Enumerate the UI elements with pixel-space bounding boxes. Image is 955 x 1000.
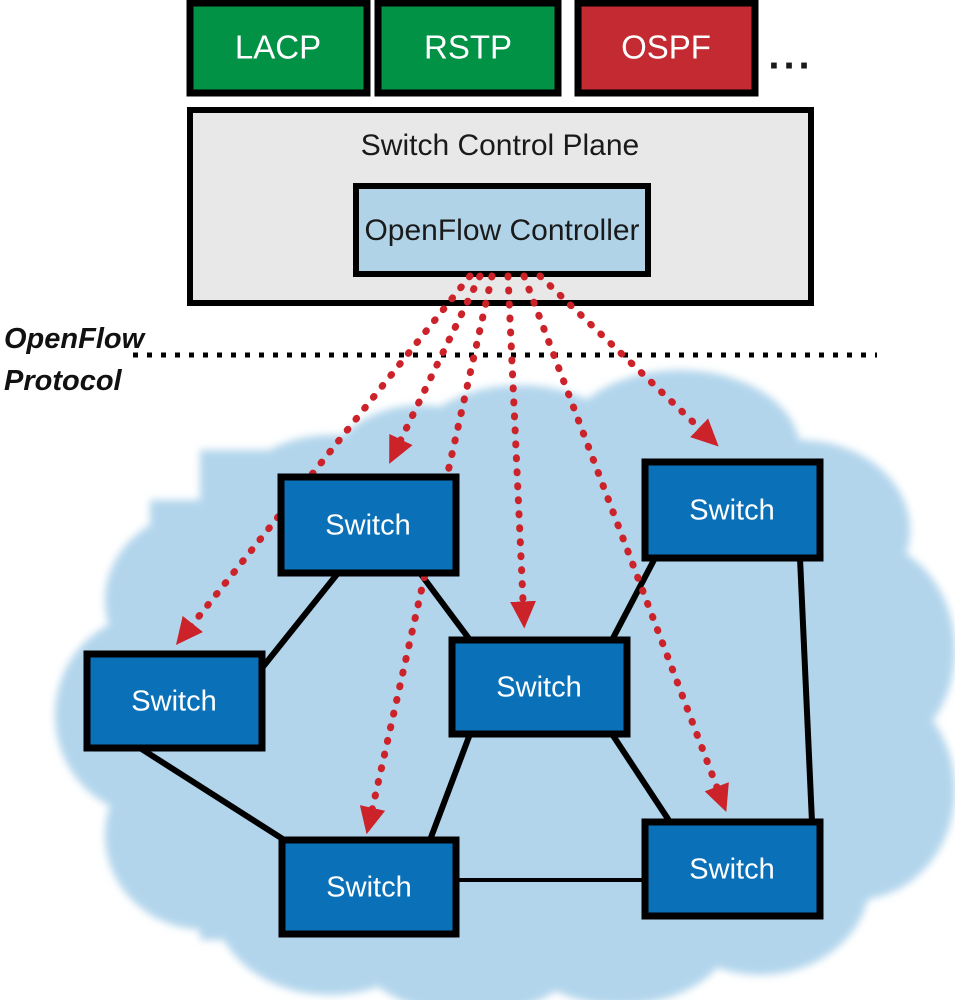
protocol-box-lacp[interactable]: LACP xyxy=(186,0,371,97)
switch-control-plane-title: Switch Control Plane xyxy=(361,129,639,162)
switch-box-sw-left[interactable]: Switch xyxy=(83,650,266,752)
switch-label-sw-top-left: Switch xyxy=(325,510,410,542)
protocol-box-rstp[interactable]: RSTP xyxy=(374,0,562,97)
switch-box-sw-top-left[interactable]: Switch xyxy=(277,473,460,577)
diagram-canvas: LACP RSTP OSPF ... Switch Control Plane … xyxy=(0,0,955,1000)
switch-label-sw-left: Switch xyxy=(131,686,216,718)
protocol-box-ospf[interactable]: OSPF xyxy=(574,0,759,97)
openflow-controller-box[interactable]: OpenFlow Controller xyxy=(353,183,651,277)
switch-label-sw-bottom-right: Switch xyxy=(689,854,774,886)
openflow-protocol-label-line1: OpenFlow xyxy=(4,323,147,355)
switch-label-sw-middle: Switch xyxy=(496,672,581,704)
switch-box-sw-top-right[interactable]: Switch xyxy=(641,458,824,562)
openflow-controller-label: OpenFlow Controller xyxy=(364,214,639,247)
switch-box-sw-middle[interactable]: Switch xyxy=(448,636,631,738)
openflow-protocol-label-line2: Protocol xyxy=(4,365,123,397)
protocol-box-ospf-label: OSPF xyxy=(621,29,711,66)
openflow-architecture-diagram: LACP RSTP OSPF ... Switch Control Plane … xyxy=(4,0,955,1000)
protocol-box-lacp-label: LACP xyxy=(235,29,321,66)
switch-box-sw-bottom-left[interactable]: Switch xyxy=(278,836,460,938)
switch-box-sw-bottom-right[interactable]: Switch xyxy=(641,818,824,920)
switch-label-sw-bottom-left: Switch xyxy=(326,872,411,904)
protocol-box-rstp-label: RSTP xyxy=(424,29,512,66)
switch-label-sw-top-right: Switch xyxy=(689,495,774,527)
protocol-boxes-ellipsis: ... xyxy=(768,34,813,78)
